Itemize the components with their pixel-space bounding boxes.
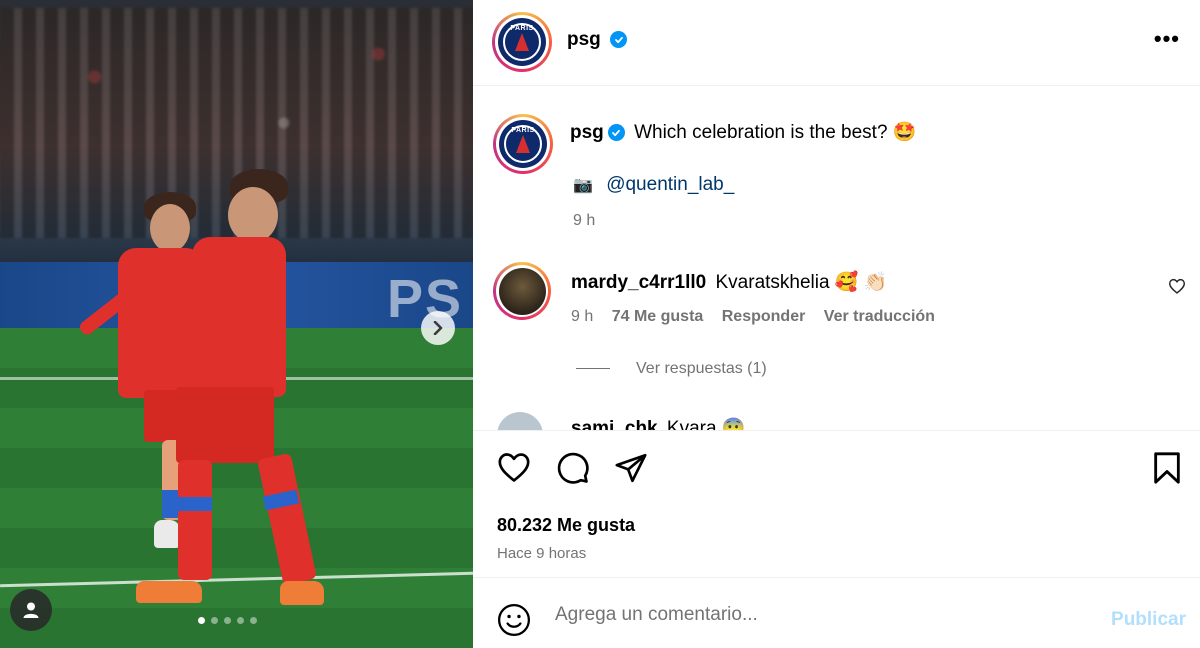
comment-composer: Publicar — [473, 578, 1200, 648]
commenter-avatar[interactable] — [493, 262, 551, 320]
likes-count[interactable]: 80.232 Me gusta — [497, 515, 635, 536]
save-button[interactable] — [1152, 451, 1182, 490]
send-icon — [615, 453, 647, 483]
carousel-dot — [224, 617, 231, 624]
comment-button[interactable] — [556, 451, 590, 490]
caption-username[interactable]: psg — [570, 122, 604, 143]
bookmark-icon — [1154, 452, 1180, 484]
share-button[interactable] — [614, 451, 648, 490]
post-comment-button[interactable]: Publicar — [1111, 609, 1186, 631]
player-main — [130, 165, 340, 615]
chevron-right-icon — [433, 321, 443, 335]
post-media[interactable]: PS — [0, 0, 473, 648]
caption-line: psg Which celebration is the best? 🤩 — [570, 120, 916, 144]
replies-divider — [576, 368, 610, 370]
comment-username[interactable]: mardy_c4rr1ll0 — [571, 272, 706, 293]
author-username[interactable]: psg — [567, 29, 628, 51]
view-replies-label[interactable]: Ver respuestas (1) — [636, 360, 767, 377]
caption-avatar[interactable]: PARIS — [493, 114, 553, 174]
post-header: PARIS psg ••• — [473, 0, 1200, 86]
user-icon — [23, 602, 39, 618]
carousel-dot — [211, 617, 218, 624]
author-avatar[interactable]: PARIS — [492, 12, 552, 72]
author-username-text[interactable]: psg — [567, 29, 601, 50]
verified-badge-icon — [607, 124, 625, 142]
post-details-panel: PARIS psg ••• PARIS psg Which celebratio… — [473, 0, 1200, 648]
photo-credit: 📷 @quentin_lab_ — [573, 174, 734, 196]
commenter-avatar[interactable] — [497, 412, 543, 430]
view-replies-button[interactable]: Ver respuestas (1) — [576, 360, 767, 378]
caption-text: Which celebration is the best? 🤩 — [634, 122, 917, 143]
caption-time: 9 h — [573, 212, 596, 229]
heart-icon — [1168, 278, 1186, 294]
credit-mention-link[interactable]: @quentin_lab_ — [606, 174, 734, 195]
heart-icon — [498, 453, 530, 482]
carousel-dot — [198, 617, 205, 624]
smiley-icon — [497, 603, 531, 637]
carousel-next-button[interactable] — [421, 311, 455, 345]
reply-button[interactable]: Responder — [722, 308, 806, 325]
more-options-button[interactable]: ••• — [1154, 28, 1180, 50]
tagged-users-button[interactable] — [10, 589, 52, 631]
comment-text: Kvaratskhelia 🥰 👏🏻 — [715, 272, 888, 293]
comment-text: Kvara 😨 — [666, 418, 746, 430]
comment-time: 9 h — [571, 308, 594, 325]
carousel-dot — [250, 617, 257, 624]
translate-button[interactable]: Ver traducción — [824, 308, 935, 325]
psg-crest-icon: PARIS — [499, 120, 547, 168]
comment-line: mardy_c4rr1ll0 Kvaratskhelia 🥰 👏🏻 — [571, 270, 887, 294]
psg-crest-icon: PARIS — [498, 18, 546, 66]
camera-icon: 📷 — [573, 177, 593, 194]
like-button[interactable] — [497, 451, 531, 488]
comment-meta: 9 h 74 Me gusta Responder Ver traducción — [571, 308, 935, 326]
carousel-indicators — [198, 617, 257, 624]
comment-input[interactable] — [555, 600, 1095, 630]
comment-icon — [557, 452, 589, 484]
emoji-picker-button[interactable] — [497, 603, 531, 642]
post-timestamp: Hace 9 horas — [497, 545, 587, 562]
comment-line: sami_chk Kvara 😨 — [571, 416, 745, 430]
post-actions: 80.232 Me gusta Hace 9 horas — [473, 430, 1200, 578]
verified-badge-icon — [610, 31, 628, 49]
carousel-dot — [237, 617, 244, 624]
comment-likes[interactable]: 74 Me gusta — [612, 308, 704, 325]
comments-section[interactable]: PARIS psg Which celebration is the best?… — [473, 86, 1200, 430]
comment-username[interactable]: sami_chk — [571, 418, 658, 430]
comment-like-button[interactable] — [1168, 278, 1186, 299]
